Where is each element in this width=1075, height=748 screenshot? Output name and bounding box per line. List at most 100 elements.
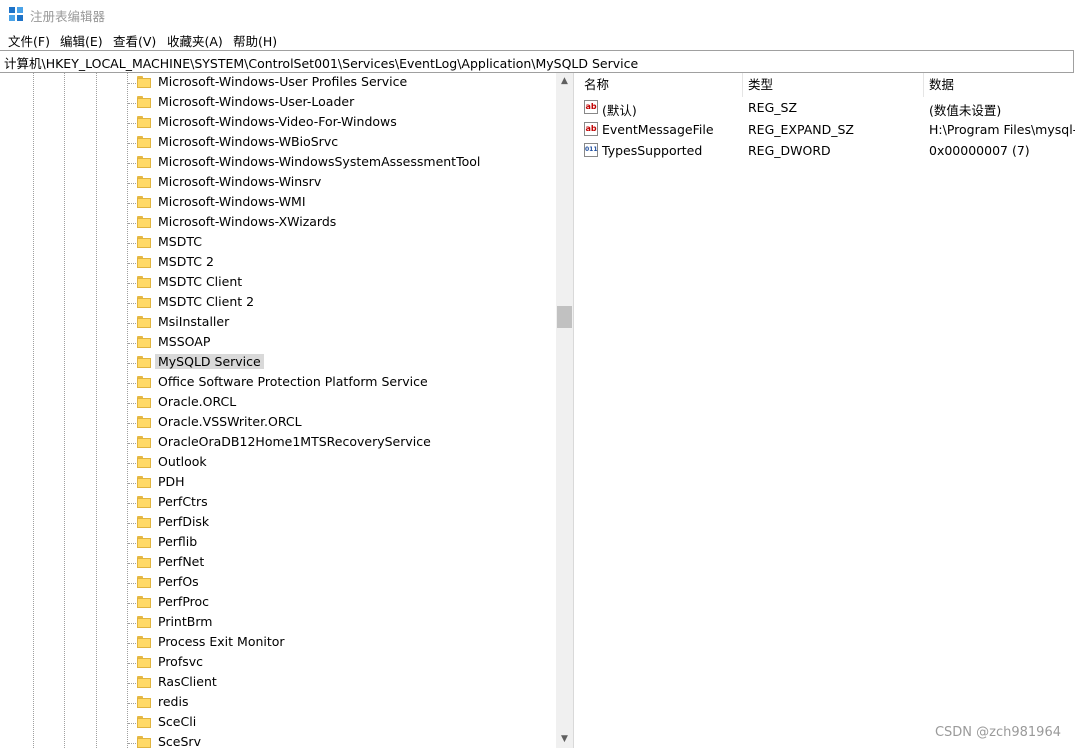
scroll-up-arrow-icon[interactable]: ▲ xyxy=(556,73,573,90)
tree-connector xyxy=(128,723,136,724)
tree-connector xyxy=(128,563,136,564)
folder-icon xyxy=(137,356,151,368)
folder-icon xyxy=(137,696,151,708)
tree-item-label: MSDTC xyxy=(158,234,202,249)
tree-item-label: MSDTC Client 2 xyxy=(158,294,255,309)
value-name: TypesSupported xyxy=(602,143,703,158)
tree-connector xyxy=(128,583,136,584)
tree-item-label: Process Exit Monitor xyxy=(158,634,285,649)
folder-icon xyxy=(137,376,151,388)
value-data: 0x00000007 (7) xyxy=(929,143,1030,158)
folder-icon xyxy=(137,716,151,728)
tree-connector xyxy=(128,183,136,184)
tree-item-label: Outlook xyxy=(158,454,207,469)
menu-favorites[interactable]: 收藏夹(A) xyxy=(167,31,223,50)
tree-item-label: SceCli xyxy=(158,714,197,729)
folder-icon xyxy=(137,96,151,108)
value-name: (默认) xyxy=(602,103,637,118)
tree-scrollbar[interactable]: ▲ ▼ xyxy=(556,73,573,748)
folder-icon xyxy=(137,136,151,148)
values-list[interactable]: 名称 类型 数据 ab (默认) REG_SZ (数值未设置) ab Event… xyxy=(578,73,1075,748)
folder-icon xyxy=(137,216,151,228)
address-bar[interactable]: 计算机\HKEY_LOCAL_MACHINE\SYSTEM\ControlSet… xyxy=(0,50,1074,73)
value-name: EventMessageFile xyxy=(602,122,714,137)
registry-editor-icon xyxy=(9,7,23,21)
tree-guide-line xyxy=(64,73,65,748)
tree-connector xyxy=(128,143,136,144)
scroll-down-arrow-icon[interactable]: ▼ xyxy=(556,731,573,748)
address-path[interactable]: 计算机\HKEY_LOCAL_MACHINE\SYSTEM\ControlSet… xyxy=(4,53,638,72)
folder-icon xyxy=(137,296,151,308)
tree-item-label: MSDTC 2 xyxy=(158,254,214,269)
watermark: CSDN @zch981964 xyxy=(934,725,1061,740)
folder-icon xyxy=(137,596,151,608)
menu-view[interactable]: 查看(V) xyxy=(113,31,156,50)
folder-icon xyxy=(137,416,151,428)
tree-item-label: OracleOraDB12Home1MTSRecoveryService xyxy=(158,434,431,449)
tree-connector xyxy=(128,103,136,104)
tree-item-label: PerfCtrs xyxy=(158,494,208,509)
tree-item-label: Microsoft-Windows-Video-For-Windows xyxy=(158,114,397,129)
tree-connector xyxy=(128,363,136,364)
column-header-name[interactable]: 名称 xyxy=(578,73,742,97)
tree-guide-line xyxy=(127,73,128,748)
tree-item-label: Profsvc xyxy=(158,654,204,669)
value-row[interactable]: ab EventMessageFile REG_EXPAND_SZ H:\Pro… xyxy=(578,119,1075,140)
folder-icon xyxy=(137,676,151,688)
key-tree[interactable]: Microsoft-Windows-User Profiles Service M… xyxy=(0,73,556,748)
tree-item-label: Microsoft-Windows-User-Loader xyxy=(158,94,355,109)
menu-help[interactable]: 帮助(H) xyxy=(233,31,277,50)
tree-connector xyxy=(128,203,136,204)
folder-icon xyxy=(137,256,151,268)
tree-connector xyxy=(128,663,136,664)
tree-item-label: MsiInstaller xyxy=(158,314,230,329)
folder-icon xyxy=(137,76,151,88)
tree-connector xyxy=(128,503,136,504)
tree-connector xyxy=(128,623,136,624)
tree-item-label: MSDTC Client xyxy=(158,274,243,289)
value-data: H:\Program Files\mysql-8 xyxy=(929,122,1075,137)
column-header-data[interactable]: 数据 xyxy=(923,73,1075,97)
menu-file[interactable]: 文件(F) xyxy=(8,31,50,50)
title-bar: 注册表编辑器 xyxy=(0,0,1075,28)
folder-icon xyxy=(137,536,151,548)
tree-connector xyxy=(128,523,136,524)
tree-item-label: RasClient xyxy=(158,674,217,689)
value-data: (数值未设置) xyxy=(929,103,1002,118)
tree-connector xyxy=(128,223,136,224)
tree-connector xyxy=(128,323,136,324)
tree-item-label: Oracle.ORCL xyxy=(158,394,237,409)
folder-icon xyxy=(137,636,151,648)
tree-connector xyxy=(128,343,136,344)
tree-guide-line xyxy=(96,73,97,748)
tree-item-label: PerfOs xyxy=(158,574,199,589)
tree-connector xyxy=(128,383,136,384)
binary-value-icon: 011 xyxy=(584,143,598,157)
tree-connector xyxy=(128,243,136,244)
tree-connector xyxy=(128,643,136,644)
folder-icon xyxy=(137,456,151,468)
tree-item-label: redis xyxy=(158,694,189,709)
tree-item-label: MySQLD Service xyxy=(155,354,264,369)
tree-connector xyxy=(128,263,136,264)
value-row[interactable]: 011 TypesSupported REG_DWORD 0x00000007 … xyxy=(578,140,1075,161)
tree-item-label: Microsoft-Windows-User Profiles Service xyxy=(158,74,408,89)
menu-edit[interactable]: 编辑(E) xyxy=(60,31,103,50)
tree-connector xyxy=(128,743,136,744)
tree-connector xyxy=(128,423,136,424)
tree-guide-line xyxy=(33,73,34,748)
column-header-type[interactable]: 类型 xyxy=(742,73,923,97)
value-row[interactable]: ab (默认) REG_SZ (数值未设置) xyxy=(578,97,1075,118)
tree-connector xyxy=(128,443,136,444)
folder-icon xyxy=(137,436,151,448)
tree-item-label: Microsoft-Windows-WindowsSystemAssessmen… xyxy=(158,154,481,169)
tree-item-label: SceSrv xyxy=(158,734,201,748)
tree-item-label: Microsoft-Windows-Winsrv xyxy=(158,174,322,189)
string-value-icon: ab xyxy=(584,100,598,114)
tree-item-label: Office Software Protection Platform Serv… xyxy=(158,374,428,389)
tree-connector xyxy=(128,543,136,544)
tree-item-label: PDH xyxy=(158,474,185,489)
scroll-thumb[interactable] xyxy=(557,306,572,328)
folder-icon xyxy=(137,496,151,508)
folder-icon xyxy=(137,156,151,168)
